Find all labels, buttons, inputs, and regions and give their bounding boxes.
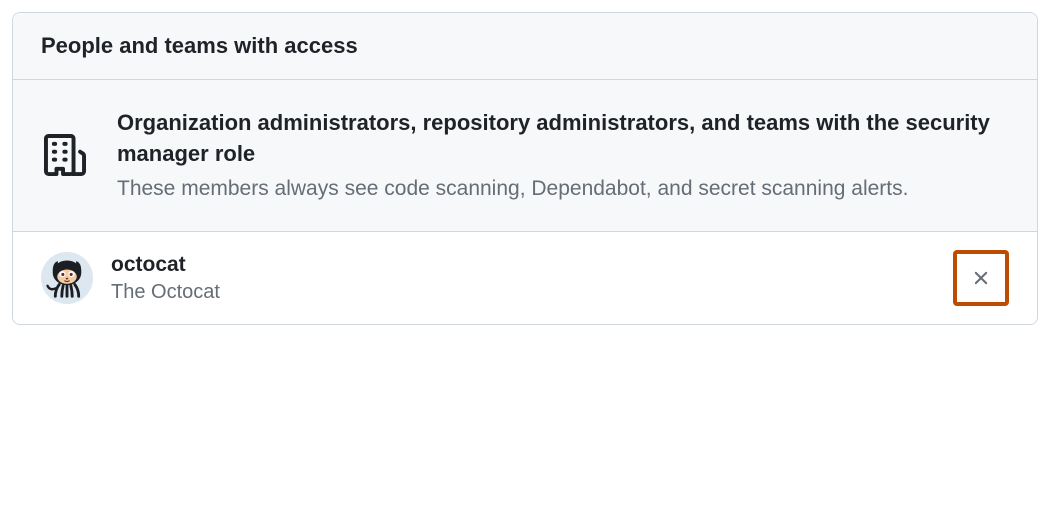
user-display-name: The Octocat — [111, 279, 935, 305]
user-meta: octocat The Octocat — [111, 251, 935, 304]
user-row: octocat The Octocat — [13, 232, 1037, 324]
remove-user-button[interactable] — [953, 250, 1009, 306]
organization-icon — [41, 131, 89, 179]
panel-header: People and teams with access — [13, 13, 1037, 80]
avatar[interactable] — [41, 252, 93, 304]
always-access-description: These members always see code scanning, … — [117, 174, 1009, 203]
always-access-info: Organization administrators, repository … — [13, 80, 1037, 232]
panel-title: People and teams with access — [41, 33, 1009, 59]
close-icon — [970, 267, 992, 289]
user-login[interactable]: octocat — [111, 251, 935, 278]
always-access-text: Organization administrators, repository … — [117, 108, 1009, 203]
always-access-heading: Organization administrators, repository … — [117, 108, 1009, 170]
access-panel: People and teams with access Organizatio… — [12, 12, 1038, 325]
